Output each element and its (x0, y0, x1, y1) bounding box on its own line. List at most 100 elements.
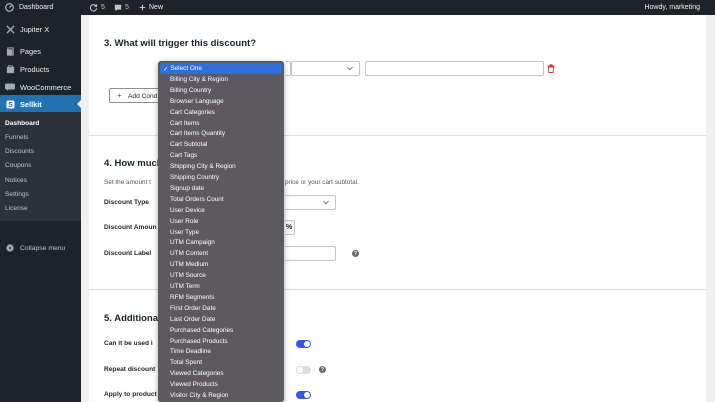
plus-icon: + (117, 91, 122, 100)
dashboard-icon (5, 3, 14, 12)
dropdown-option-label: Cart Subtotal (170, 141, 208, 149)
submenu-dashboard[interactable]: Dashboard (5, 117, 39, 130)
admin-bar: Dashboard 5 5 New Howdy, marketing (0, 0, 715, 15)
dropdown-option[interactable]: Shipping City & Region (160, 161, 282, 172)
section4-title: 4. How much (104, 158, 163, 169)
sidebar-item-woocommerce[interactable]: WooCommerce (0, 78, 81, 96)
dropdown-option-label: Visitor City & Region (170, 392, 229, 399)
condition-operator-select[interactable] (291, 61, 360, 76)
dropdown-option-label: Shipping City & Region (170, 163, 236, 171)
dropdown-option-label: Viewed Products (170, 381, 218, 389)
dropdown-option-label: Purchased Products (170, 337, 228, 345)
dropdown-option[interactable]: UTM Term (160, 281, 282, 292)
dropdown-option[interactable]: Purchased Categories (160, 325, 282, 336)
dropdown-option-label: UTM Term (170, 283, 200, 290)
apply-to-products-toggle[interactable] (296, 391, 311, 399)
dropdown-option[interactable]: Billing City & Region (160, 74, 282, 85)
can-be-used-label: Can it be used i (104, 340, 153, 347)
dropdown-option[interactable]: Cart Subtotal (160, 139, 282, 150)
dropdown-option[interactable]: ✓ Select One (160, 63, 282, 74)
dropdown-option[interactable]: Total Orders Count (160, 194, 282, 205)
dropdown-option-label: Viewed Categories (170, 370, 224, 378)
dropdown-option-label: UTM Content (170, 250, 209, 258)
dropdown-option[interactable]: Time Deadline (160, 346, 282, 357)
submenu-discounts[interactable]: Discounts (5, 145, 34, 158)
dropdown-option-label: Shipping Country (170, 174, 220, 181)
dropdown-option[interactable]: Viewed Products (160, 379, 282, 390)
dropdown-option[interactable]: UTM Content (160, 248, 282, 259)
help-icon[interactable]: ? (319, 366, 326, 373)
dropdown-option-label: Cart Tags (170, 152, 198, 160)
updates-link[interactable]: 5 (89, 0, 105, 15)
dropdown-option[interactable]: Shipping Country (160, 172, 282, 183)
dropdown-option[interactable]: Cart Items (160, 118, 282, 129)
can-be-used-toggle[interactable] (296, 340, 311, 348)
collapse-menu-button[interactable]: Collapse menu (0, 239, 81, 257)
help-icon[interactable]: ? (352, 250, 359, 257)
admin-sidebar: Jupiter X Pages Products WooCommerce Sel… (0, 15, 81, 402)
dropdown-option[interactable]: User Device (160, 205, 282, 216)
section4-description-continued: price or your cart subtotal. (285, 179, 359, 186)
comments-link[interactable]: 5 (114, 0, 129, 15)
dropdown-option[interactable]: Purchased Products (160, 336, 282, 347)
percent-sign: % (286, 224, 293, 231)
dropdown-option[interactable]: Cart Items Quantity (160, 128, 282, 139)
sidebar-item-label: Sellkit (20, 99, 42, 109)
add-condition-label: Add Cond (128, 93, 158, 100)
dropdown-option[interactable]: User Role (160, 216, 282, 227)
sidebar-item-sellkit[interactable]: Sellkit (0, 95, 81, 113)
condition-value-input[interactable] (365, 61, 544, 76)
sidebar-item-products[interactable]: Products (0, 60, 81, 78)
submenu-coupons[interactable]: Coupons (5, 159, 31, 172)
dropdown-option-label: Signup date (170, 184, 205, 192)
dropdown-option[interactable]: UTM Source (160, 270, 282, 281)
discount-type-select[interactable] (285, 195, 336, 210)
submenu-settings[interactable]: Settings (5, 188, 29, 201)
dropdown-option[interactable]: Signup date (160, 183, 282, 194)
dropdown-option-label: Browser Language (170, 97, 224, 105)
repeat-discount-toggle[interactable] (296, 366, 311, 374)
dropdown-option[interactable]: RFM Segments (160, 292, 282, 303)
dropdown-option[interactable]: Viewed Categories (160, 368, 282, 379)
dropdown-option[interactable]: User Type (160, 227, 282, 238)
dropdown-option[interactable]: Total Spent (160, 357, 282, 368)
new-content-link[interactable]: New (139, 0, 163, 15)
dashboard-label: Dashboard (19, 4, 54, 11)
dropdown-option[interactable]: Cart Tags (160, 150, 282, 161)
collapse-menu-label: Collapse menu (20, 244, 66, 252)
dropdown-option-label: User Device (170, 206, 205, 214)
dropdown-option[interactable]: Cart Categories (160, 107, 282, 118)
discount-type-label: Discount Type (104, 199, 149, 206)
condition-type-dropdown[interactable]: ✓ Select One Billing City & Region Billing … (158, 61, 284, 402)
jupiterx-icon (5, 24, 15, 34)
products-icon (5, 64, 15, 74)
woocommerce-icon (5, 82, 15, 92)
dropdown-option-label: Last Order Date (170, 315, 216, 323)
dropdown-option-label: Cart Items Quantity (170, 130, 226, 138)
dropdown-option[interactable]: Visitor City & Region (160, 390, 282, 401)
trash-icon[interactable] (547, 64, 555, 75)
dropdown-option-label: User Role (170, 217, 199, 225)
howdy-label: Howdy, marketing (644, 4, 700, 11)
dropdown-option[interactable]: First Order Date (160, 303, 282, 314)
dropdown-option-label: First Order Date (170, 304, 216, 312)
comment-icon (114, 4, 122, 12)
discount-label-label: Discount Label (104, 250, 152, 257)
admin-bar-dashboard[interactable]: Dashboard (5, 0, 53, 15)
dropdown-option-label: Purchased Categories (170, 326, 234, 334)
dropdown-option-label: Total Orders Count (170, 195, 224, 203)
dropdown-option[interactable]: Last Order Date (160, 314, 282, 325)
dropdown-option[interactable]: Browser Language (160, 96, 282, 107)
dropdown-option[interactable]: UTM Campaign (160, 237, 282, 248)
sidebar-item-pages[interactable]: Pages (0, 42, 81, 60)
submenu-funnels[interactable]: Funnels (5, 131, 28, 144)
dropdown-option-label: Billing City & Region (170, 75, 228, 83)
dropdown-option[interactable]: UTM Medium (160, 259, 282, 270)
sidebar-item-jupiterx[interactable]: Jupiter X (0, 20, 81, 38)
submenu-license[interactable]: License (5, 202, 28, 215)
account-menu[interactable]: Howdy, marketing (644, 0, 700, 15)
dropdown-option-label: User Type (170, 228, 200, 236)
submenu-notices[interactable]: Notices (5, 174, 27, 187)
discount-label-input[interactable] (285, 246, 336, 261)
dropdown-option[interactable]: Billing Country (160, 85, 282, 96)
